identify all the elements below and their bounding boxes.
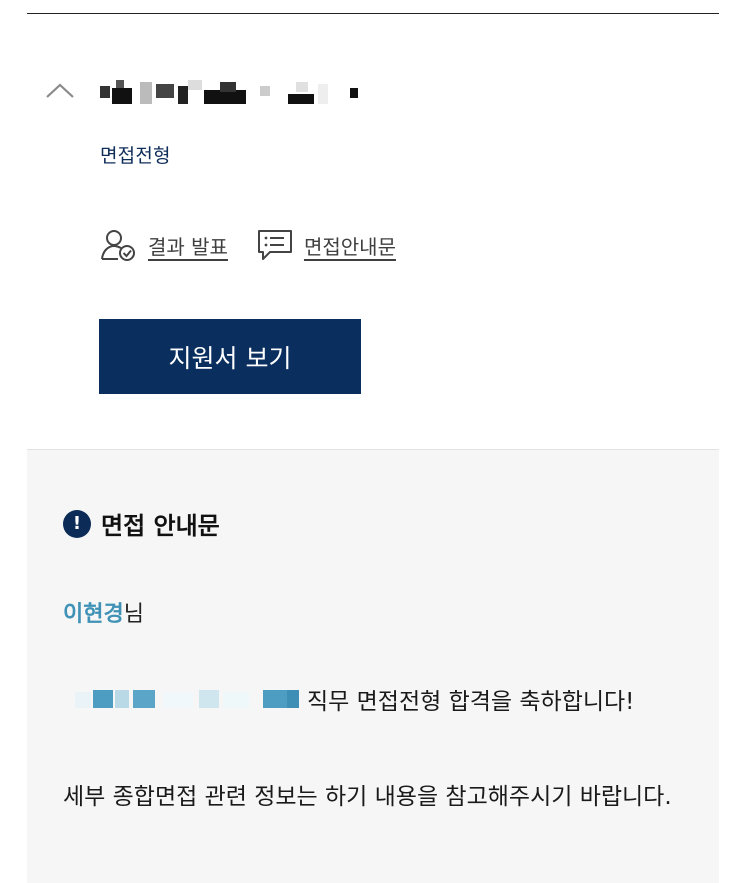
greeting-suffix: 님 — [123, 602, 144, 627]
applicant-name: 이현경 — [63, 602, 124, 627]
result-announcement-link[interactable]: 결과 발표 — [100, 228, 228, 262]
top-divider — [27, 13, 719, 14]
greeting: 이현경님 — [63, 596, 144, 628]
view-application-button[interactable]: 지원서 보기 — [99, 319, 361, 394]
result-announcement-label: 결과 발표 — [148, 234, 228, 259]
notice-heading: ! 면접 안내문 — [63, 506, 220, 541]
congratulation-text: 직무 면접전형 합격을 축하합니다! — [307, 689, 635, 715]
interview-guide-label: 면접안내문 — [303, 234, 396, 259]
interview-guide-link[interactable]: 면접안내문 — [256, 228, 396, 262]
exclamation-circle-icon: ! — [63, 509, 91, 538]
notice-heading-text: 면접 안내문 — [101, 512, 220, 540]
redacted-company-title — [100, 80, 358, 104]
user-check-icon — [101, 230, 135, 261]
application-links: 결과 발표 면접안내문 — [100, 225, 396, 265]
interview-detail-text: 세부 종합면접 관련 정보는 하기 내용을 참고해주시기 바랍니다. — [63, 784, 672, 810]
redacted-job-title — [75, 690, 299, 708]
message-list-icon — [257, 230, 292, 260]
congratulation-message: 직무 면접전형 합격을 축하합니다! — [63, 682, 634, 716]
interview-notice-panel: ! 면접 안내문 이현경님 직무 면접전형 합격을 축하합니다! 세부 종합면접… — [27, 449, 719, 883]
application-stage-label: 면접전형 — [100, 145, 171, 167]
application-status-page: 면접전형 결과 발표 면접안내문 지원서 보기 ! 면접 안내문 이현경님 직무… — [0, 0, 743, 883]
chevron-up-icon[interactable] — [44, 80, 76, 100]
